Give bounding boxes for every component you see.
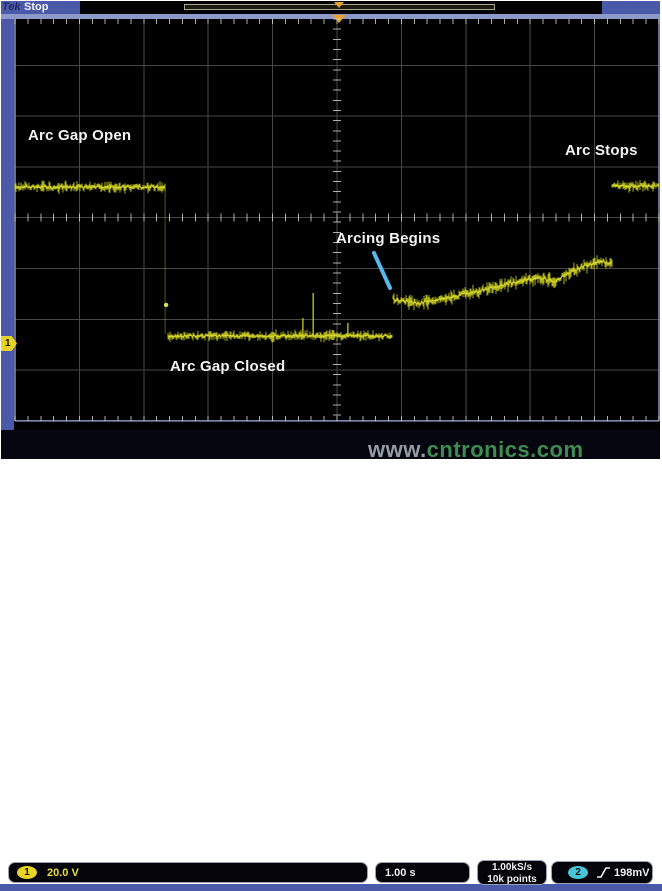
channel1-readout-box[interactable]: 1 20.0 V (8, 862, 368, 883)
channel1-badge: 1 (17, 866, 37, 879)
trigger-readout-box[interactable]: 2 198mV (551, 861, 653, 884)
acquisition-readout-box[interactable]: 1.00kS/s 10k points (477, 860, 547, 885)
bottom-bezel-strip (0, 884, 662, 891)
trigger-level: 198mV (614, 867, 649, 879)
time-per-div: 1.00 s (385, 867, 416, 879)
annotation-arc-stops: Arc Stops (565, 142, 638, 159)
arcing-begins-pointer (374, 253, 390, 288)
horizontal-readout-box[interactable]: 1.00 s (375, 862, 470, 883)
rising-edge-icon (596, 866, 611, 880)
photo-border-left (0, 0, 1, 461)
channel1-volts-per-div: 20.0 V (47, 867, 79, 879)
channel1-marker-number: 1 (5, 338, 11, 349)
trigger-source-badge: 2 (568, 866, 588, 879)
annotation-arc-gap-closed: Arc Gap Closed (170, 358, 285, 375)
oscilloscope-screen: Tek Stop 1 Arc Gap OpenArc StopsArcing B… (0, 0, 662, 461)
graticule-and-waveform (0, 0, 662, 461)
record-length: 10k points (478, 874, 546, 885)
photo-border-top (0, 0, 662, 1)
sample-rate: 1.00kS/s (478, 862, 546, 873)
annotation-arcing-begins: Arcing Begins (336, 230, 440, 247)
annotation-arc-gap-open: Arc Gap Open (28, 127, 131, 144)
